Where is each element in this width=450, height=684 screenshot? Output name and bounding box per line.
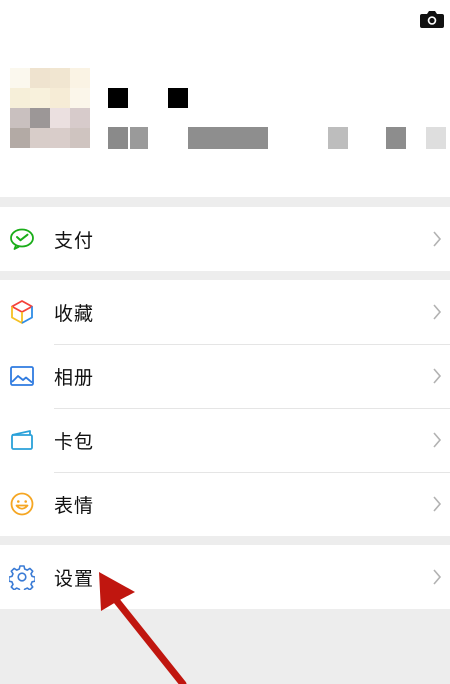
menu-item-cards[interactable]: 卡包: [0, 408, 450, 472]
settings-group: 设置: [0, 545, 450, 609]
menu-label-stickers: 表情: [54, 494, 95, 517]
menu-label-cards: 卡包: [54, 430, 95, 453]
menu-item-stickers[interactable]: 表情: [0, 472, 450, 536]
menu-item-pay[interactable]: 支付: [0, 207, 450, 271]
wechat-pay-icon: [10, 228, 34, 250]
chevron-right-icon: [433, 368, 442, 384]
chevron-right-icon: [433, 432, 442, 448]
card-wallet-icon: [11, 430, 33, 450]
menu-label-pay: 支付: [54, 229, 95, 252]
chevron-right-icon: [433, 304, 442, 320]
favorites-cube-icon: [11, 300, 33, 324]
menu-item-album[interactable]: 相册: [0, 344, 450, 408]
chevron-right-icon: [433, 569, 442, 585]
main-group: 收藏 相册 卡包 表情: [0, 280, 450, 536]
smiley-icon: [10, 492, 34, 516]
album-icon: [10, 366, 34, 386]
menu-label-settings: 设置: [54, 567, 95, 590]
wechat-id-redacted: [108, 127, 448, 149]
menu-item-settings[interactable]: 设置: [0, 545, 450, 609]
gear-icon: [9, 565, 35, 590]
camera-icon[interactable]: [419, 9, 445, 29]
menu-label-album: 相册: [54, 366, 95, 389]
avatar[interactable]: [10, 68, 90, 148]
menu-item-favorites[interactable]: 收藏: [0, 280, 450, 344]
profile-header[interactable]: [0, 0, 450, 197]
chevron-right-icon: [433, 231, 442, 247]
nickname-redacted: [108, 88, 193, 108]
chevron-right-icon: [433, 496, 442, 512]
pay-group: 支付: [0, 207, 450, 271]
menu-label-favorites: 收藏: [54, 302, 95, 325]
